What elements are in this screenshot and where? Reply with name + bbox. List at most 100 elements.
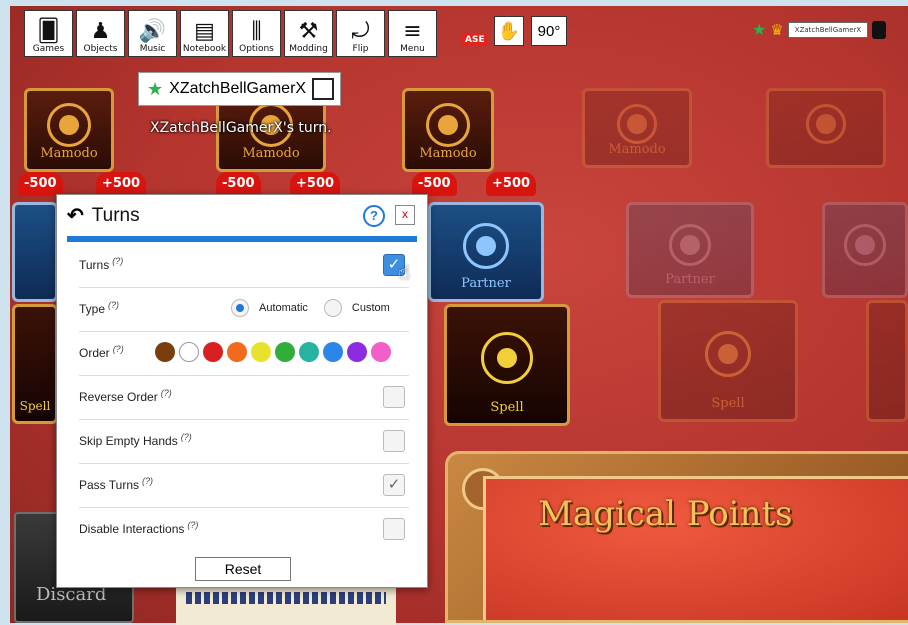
magical-points-board[interactable]: Magical Points xyxy=(445,451,908,623)
player-list[interactable]: ★ ♛ XZatchBellGamerX xyxy=(752,20,887,39)
options-button[interactable]: ⫼ Options xyxy=(232,10,281,57)
turns-label: Turns xyxy=(79,258,110,272)
modding-icon: ⚒ xyxy=(298,19,319,44)
mamodo-card[interactable]: Mamodo xyxy=(24,88,114,172)
order-color-swatch[interactable] xyxy=(299,342,319,362)
spell-card-slot[interactable] xyxy=(866,300,908,422)
card-name: Partner xyxy=(665,272,715,287)
order-label: Order xyxy=(79,346,110,360)
plus-500-button[interactable]: +500 xyxy=(96,172,147,196)
automatic-label: Automatic xyxy=(259,302,308,314)
plus-500-button[interactable]: +500 xyxy=(290,172,341,196)
card-stack[interactable] xyxy=(176,582,396,625)
reverse-order-hint[interactable]: (?) xyxy=(161,388,172,398)
minus-500-button[interactable]: -500 xyxy=(18,172,63,196)
card-name: Spell xyxy=(711,396,745,411)
partner-card-slot[interactable] xyxy=(822,202,908,298)
close-button[interactable]: x xyxy=(395,205,415,225)
skip-empty-hands-checkbox[interactable] xyxy=(383,430,405,452)
objects-icon: ♟ xyxy=(90,19,111,44)
order-color-swatch[interactable] xyxy=(179,342,199,362)
reverse-order-checkbox[interactable] xyxy=(383,386,405,408)
card-name: Mamodo xyxy=(242,146,300,161)
card-name: Spell xyxy=(490,400,524,415)
sigil-icon xyxy=(47,103,91,148)
skip-empty-hands-label: Skip Empty Hands xyxy=(79,434,178,448)
modding-button[interactable]: ⚒ Modding xyxy=(284,10,333,57)
objects-button[interactable]: ♟ Objects xyxy=(76,10,125,57)
player-name-tag[interactable]: XZatchBellGamerX xyxy=(787,21,869,38)
toolbar-label: Notebook xyxy=(182,44,227,54)
spell-card[interactable]: Spell xyxy=(12,304,58,424)
pass-turns-checkbox[interactable]: ✓ xyxy=(383,474,405,496)
type-label: Type xyxy=(79,302,106,316)
partner-card[interactable] xyxy=(12,202,58,302)
sigil-icon xyxy=(617,103,657,144)
u-turn-icon: ↶ xyxy=(67,205,84,227)
mamodo-card[interactable]: Mamodo xyxy=(402,88,494,172)
spell-card-slot[interactable]: Spell xyxy=(658,300,798,422)
partner-card[interactable]: Partner xyxy=(428,202,544,302)
automatic-radio[interactable] xyxy=(231,299,249,317)
help-button[interactable]: ? xyxy=(363,205,385,227)
reverse-order-label: Reverse Order xyxy=(79,390,158,404)
top-toolbar: 🂠 Games ♟ Objects 🔊 Music ▤ Notebook ⫼ Options ⚒ Mo… xyxy=(24,10,437,60)
disable-interactions-hint[interactable]: (?) xyxy=(187,520,198,530)
order-color-swatch[interactable] xyxy=(347,342,367,362)
order-color-list xyxy=(155,342,391,362)
disable-interactions-label: Disable Interactions xyxy=(79,522,185,536)
mamodo-card-slot[interactable]: Mamodo xyxy=(582,88,692,168)
menu-icon: ≡ xyxy=(403,19,422,44)
partner-card-slot[interactable]: Partner xyxy=(626,202,754,298)
reset-button[interactable]: Reset xyxy=(195,557,291,581)
turns-hint[interactable]: (?) xyxy=(112,256,123,266)
order-color-swatch[interactable] xyxy=(203,342,223,362)
menu-button[interactable]: ≡ Menu xyxy=(388,10,437,57)
plus-500-button[interactable]: +500 xyxy=(486,172,537,196)
notebook-icon: ▤ xyxy=(194,19,215,44)
order-color-swatch[interactable] xyxy=(251,342,271,362)
toolbar-label: Objects xyxy=(83,44,118,54)
sigil-icon xyxy=(426,103,470,148)
order-color-swatch[interactable] xyxy=(155,342,175,362)
flip-icon: ⤾ xyxy=(351,19,370,44)
music-icon: 🔊 xyxy=(138,19,167,44)
minus-500-button[interactable]: -500 xyxy=(412,172,457,196)
card-name: Mamodo xyxy=(419,146,477,161)
pass-turns-hint[interactable]: (?) xyxy=(142,476,153,486)
order-color-swatch[interactable] xyxy=(227,342,247,362)
sigil-icon xyxy=(705,331,751,378)
type-hint[interactable]: (?) xyxy=(108,300,119,310)
star-icon: ★ xyxy=(752,20,767,39)
rotation-button[interactable]: 90° xyxy=(531,16,567,46)
flip-button[interactable]: ⤾ Flip xyxy=(336,10,385,57)
card-name: Partner xyxy=(461,276,511,291)
spell-card[interactable]: Spell xyxy=(444,304,570,426)
player-color-swatch xyxy=(872,20,887,39)
skip-empty-hands-hint[interactable]: (?) xyxy=(181,432,192,442)
music-button[interactable]: 🔊 Music xyxy=(128,10,177,57)
grab-icon[interactable]: ✋ xyxy=(494,16,524,46)
player-color-box xyxy=(312,78,335,100)
toolbar-label: Games xyxy=(32,44,65,54)
notebook-button[interactable]: ▤ Notebook xyxy=(180,10,229,57)
minus-500-button[interactable]: -500 xyxy=(216,172,261,196)
pass-turns-label: Pass Turns xyxy=(79,478,140,492)
panel-divider xyxy=(67,236,417,242)
sigil-icon xyxy=(463,223,509,270)
games-button[interactable]: 🂠 Games xyxy=(24,10,73,57)
order-color-swatch[interactable] xyxy=(371,342,391,362)
panel-title: Turns xyxy=(91,204,140,226)
pointer-cursor-icon: ☝ xyxy=(398,260,411,284)
order-color-swatch[interactable] xyxy=(323,342,343,362)
custom-radio[interactable] xyxy=(323,299,342,317)
mamodo-card-slot[interactable] xyxy=(766,88,886,168)
crown-icon: ♛ xyxy=(770,20,784,39)
card-name: Spell xyxy=(19,399,51,413)
order-color-swatch[interactable] xyxy=(275,342,295,362)
disable-interactions-row: Disable Interactions (?) xyxy=(79,507,409,551)
order-hint[interactable]: (?) xyxy=(113,344,124,354)
current-turn-tooltip: ★ XZatchBellGamerX xyxy=(138,72,342,106)
card-name: Mamodo xyxy=(40,146,98,161)
disable-interactions-checkbox[interactable] xyxy=(383,518,405,540)
